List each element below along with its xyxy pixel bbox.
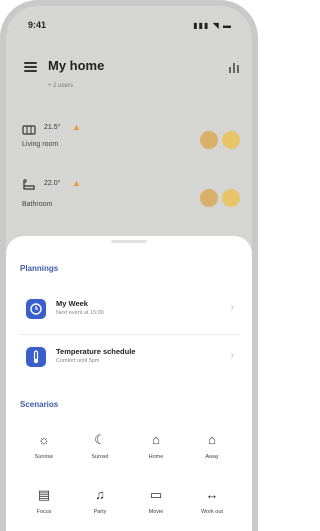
divider — [18, 334, 240, 335]
scenario-movie[interactable]: ▭ Movie — [134, 484, 178, 528]
scenario-label: Sunrise — [34, 454, 54, 460]
room-controls — [200, 131, 242, 149]
status-time: 9:41 — [28, 20, 47, 30]
stats-icon[interactable] — [228, 60, 240, 74]
moon-icon: ☾ — [94, 432, 106, 447]
header-subtitle: + 2 users — [48, 83, 73, 89]
bathtub-icon — [22, 179, 36, 190]
thermometer-icon — [26, 347, 46, 367]
menu-icon[interactable] — [24, 62, 37, 72]
plannings-heading: Plannings — [20, 264, 59, 273]
chevron-right-icon: › — [230, 302, 234, 313]
chevron-right-icon: › — [230, 350, 234, 361]
status-indicators-icon: ▮▮▮ ◥ ▬ — [193, 21, 232, 30]
planning-title: My Week — [56, 299, 88, 308]
flame-icon: ▲ — [72, 122, 81, 132]
scenario-party[interactable]: ♫ Party — [78, 484, 122, 528]
room-card-living-room[interactable]: 21.5° ▲ Living room — [22, 122, 248, 163]
sun-icon: ☼ — [38, 432, 50, 447]
room-controls — [200, 189, 242, 207]
phone-frame: 9:41 ▮▮▮ ◥ ▬ My home + 2 users 21.5° ▲ L… — [0, 0, 258, 531]
scenario-label: Focus — [36, 509, 52, 515]
scenario-label: Party — [93, 509, 107, 515]
scenario-label: Home — [148, 454, 164, 460]
app-header: My home — [24, 58, 240, 80]
scenario-label: Sunset — [91, 454, 109, 460]
planning-subtitle: Next event at 15:00 — [56, 310, 104, 316]
focus-icon: ▤ — [37, 487, 51, 502]
scenario-label: Away — [205, 454, 219, 460]
heating-toggle-button[interactable] — [200, 131, 218, 149]
planning-title: Temperature schedule — [56, 347, 136, 356]
room-card-bathroom[interactable]: 22.0° ▲ Bathroom — [22, 178, 248, 219]
radiator-icon — [22, 123, 36, 135]
page-title: My home — [48, 58, 105, 73]
party-icon: ♫ — [95, 487, 105, 502]
scenario-sunset[interactable]: ☾ Sunset — [78, 429, 122, 473]
planning-item-temperature-schedule[interactable]: Temperature schedule Comfort until 5pm › — [18, 339, 240, 379]
bottom-sheet: Plannings My Week Next event at 15:00 › … — [6, 236, 252, 531]
room-name: Living room — [22, 141, 59, 148]
scenario-sunrise[interactable]: ☼ Sunrise — [22, 429, 66, 473]
clock-icon — [26, 299, 46, 319]
light-toggle-button[interactable] — [222, 189, 240, 207]
scenario-home[interactable]: ⌂ Home — [134, 429, 178, 473]
planning-subtitle: Comfort until 5pm — [56, 358, 100, 364]
scenario-focus[interactable]: ▤ Focus — [22, 484, 66, 528]
sheet-handle[interactable] — [111, 240, 147, 243]
dumbbell-icon: ↔ — [205, 487, 219, 502]
room-temperature: 21.5° — [44, 124, 61, 131]
room-name: Bathroom — [22, 201, 53, 208]
scenario-label: Work out — [201, 509, 223, 515]
scenarios-heading: Scenarios — [20, 400, 59, 409]
app-screen: 9:41 ▮▮▮ ◥ ▬ My home + 2 users 21.5° ▲ L… — [6, 6, 252, 531]
heating-toggle-button[interactable] — [200, 189, 218, 207]
scenario-away[interactable]: ⌂ Away — [190, 429, 234, 473]
scenario-label: Movie — [148, 509, 164, 515]
planning-item-my-week[interactable]: My Week Next event at 15:00 › — [18, 291, 240, 331]
scenario-work-out[interactable]: ↔ Work out — [190, 484, 234, 528]
away-icon: ⌂ — [208, 432, 216, 447]
flame-icon: ▲ — [72, 178, 81, 188]
light-toggle-button[interactable] — [222, 131, 240, 149]
home-icon: ⌂ — [152, 432, 160, 447]
tv-icon: ▭ — [149, 487, 163, 502]
room-temperature: 22.0° — [44, 180, 61, 187]
status-bar: 9:41 ▮▮▮ ◥ ▬ — [28, 20, 232, 34]
